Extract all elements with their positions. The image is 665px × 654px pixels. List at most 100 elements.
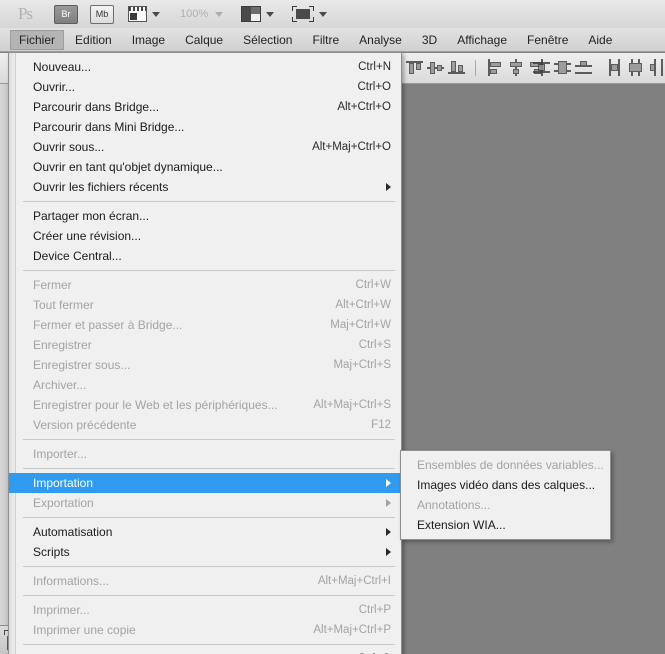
submenu-item-images-vid-o-dans-des-calques[interactable]: Images vidéo dans des calques... — [401, 475, 610, 495]
chevron-right-icon — [386, 479, 391, 487]
menu-separator — [23, 644, 395, 645]
options-separator — [475, 59, 476, 76]
menu-bar: Fichier Edition Image Calque Sélection Filtre… — [0, 28, 665, 52]
menu-item-label: Importer... — [33, 447, 88, 461]
menu-item-label: Version précédente — [33, 418, 137, 432]
submenu-item-annotations: Annotations... — [401, 495, 610, 515]
menu-separator — [23, 566, 395, 567]
menu-item-calque[interactable]: Calque — [176, 30, 232, 50]
menu-item-shortcut: Alt+Maj+Ctrl+P — [313, 624, 391, 636]
distribute-vertical-centers-icon[interactable] — [554, 59, 571, 76]
menu-separator — [23, 595, 395, 596]
submenu-item-extension-wia[interactable]: Extension WIA... — [401, 515, 610, 535]
chevron-right-icon — [386, 183, 391, 191]
menu-item-label: Exportation — [33, 496, 94, 510]
menu-item-version-pr-c-dente: Version précédente F12 — [9, 415, 401, 435]
chevron-right-icon — [386, 499, 391, 507]
distribute-horizontal-centers-icon[interactable] — [627, 59, 644, 76]
arrange-documents-chevron-down-icon[interactable] — [266, 11, 274, 17]
screen-mode-chevron-down-icon[interactable] — [319, 11, 327, 17]
distribute-left-edges-icon[interactable] — [606, 59, 623, 76]
align-vertical-centers-icon[interactable] — [427, 59, 444, 76]
submenu-item-ensembles-de-donn-es-variables: Ensembles de données variables... — [401, 455, 610, 475]
menu-item-affichage[interactable]: Affichage — [448, 30, 516, 50]
menu-item-label: Archiver... — [33, 378, 87, 392]
menu-item-label: Enregistrer sous... — [33, 358, 131, 372]
menu-item-enregistrer-pour-le-web-et-les-p-riph-riques: Enregistrer pour le Web et les périphéri… — [9, 395, 401, 415]
align-horizontal-centers-icon[interactable] — [507, 59, 524, 76]
menu-item-label: Informations... — [33, 574, 110, 588]
menu-item-label: Fermer — [33, 278, 72, 292]
menu-item-label: Fermer et passer à Bridge... — [33, 318, 183, 332]
menu-item-aide[interactable]: Aide — [579, 30, 621, 50]
menu-item-fichier[interactable]: Fichier — [10, 29, 65, 50]
menu-item-cr-er-une-r-vision[interactable]: Créer une révision... — [9, 226, 401, 246]
menu-item-exportation: Exportation — [9, 493, 401, 513]
menu-item-label: Parcourir dans Bridge... — [33, 100, 160, 114]
align-icons-group — [406, 59, 545, 76]
menu-item-label: Ouvrir sous... — [33, 140, 105, 154]
menu-item-enregistrer-sous: Enregistrer sous... Maj+Ctrl+S — [9, 355, 401, 375]
align-top-edges-icon[interactable] — [406, 59, 423, 76]
import-submenu: Ensembles de données variables... Images … — [400, 450, 611, 540]
menu-item-filtre[interactable]: Filtre — [303, 30, 348, 50]
menu-item-3d[interactable]: 3D — [413, 30, 446, 50]
align-bottom-edges-icon[interactable] — [448, 59, 465, 76]
distribute-top-edges-icon[interactable] — [533, 59, 550, 76]
chevron-right-icon — [386, 528, 391, 536]
menu-separator — [23, 468, 395, 469]
menu-item-scripts[interactable]: Scripts — [9, 542, 401, 562]
grid-guides-chevron-down-icon[interactable] — [152, 11, 160, 17]
menu-item-s-lection[interactable]: Sélection — [234, 30, 301, 50]
menu-item-tout-fermer: Tout fermer Alt+Ctrl+W — [9, 295, 401, 315]
menu-item-imprimer: Imprimer... Ctrl+P — [9, 600, 401, 620]
menu-item-label: Créer une révision... — [33, 229, 142, 243]
menu-item-image[interactable]: Image — [123, 30, 174, 50]
chevron-right-icon — [386, 548, 391, 556]
menu-item-shortcut: Ctrl+O — [357, 81, 391, 93]
arrange-documents-icon[interactable] — [241, 6, 261, 22]
menu-item-ouvrir-les-fichiers-r-cents[interactable]: Ouvrir les fichiers récents — [9, 177, 401, 197]
menu-item-label: Ouvrir en tant qu'objet dynamique... — [33, 160, 223, 174]
menu-item-parcourir-dans-mini-bridge[interactable]: Parcourir dans Mini Bridge... — [9, 117, 401, 137]
distribute-right-edges-icon[interactable] — [648, 59, 665, 76]
menu-item-nouveau[interactable]: Nouveau... Ctrl+N — [9, 57, 401, 77]
menu-item-label: Nouveau... — [33, 60, 92, 74]
menu-item-edition[interactable]: Edition — [66, 30, 121, 50]
menu-item-automatisation[interactable]: Automatisation — [9, 522, 401, 542]
menu-item-ouvrir[interactable]: Ouvrir... Ctrl+O — [9, 77, 401, 97]
mini-bridge-button[interactable]: Mb — [90, 4, 114, 24]
distribute-bottom-edges-icon[interactable] — [575, 59, 592, 76]
menu-item-ouvrir-sous[interactable]: Ouvrir sous... Alt+Maj+Ctrl+O — [9, 137, 401, 157]
menu-item-fen-tre[interactable]: Fenêtre — [518, 30, 577, 50]
menu-item-shortcut: Alt+Maj+Ctrl+I — [317, 575, 391, 587]
menu-item-fermer-et-passer-bridge: Fermer et passer à Bridge... Maj+Ctrl+W — [9, 315, 401, 335]
menu-item-quitter[interactable]: QuitterCtrl+Q — [9, 649, 401, 654]
submenu-item-label: Ensembles de données variables... — [417, 458, 604, 472]
menu-item-parcourir-dans-bridge[interactable]: Parcourir dans Bridge... Alt+Ctrl+O — [9, 97, 401, 117]
menu-item-shortcut: Alt+Ctrl+W — [335, 299, 391, 311]
menu-item-device-central[interactable]: Device Central... — [9, 246, 401, 266]
zoom-chevron-down-icon[interactable] — [215, 11, 223, 17]
menu-item-analyse[interactable]: Analyse — [350, 30, 411, 50]
menu-separator — [23, 270, 395, 271]
menu-item-ouvrir-en-tant-qu-objet-dynamique[interactable]: Ouvrir en tant qu'objet dynamique... — [9, 157, 401, 177]
file-menu-dropdown: Nouveau... Ctrl+N Ouvrir... Ctrl+O Parcourir… — [8, 52, 402, 654]
menu-item-shortcut: Alt+Ctrl+O — [337, 101, 391, 113]
menu-item-label: Device Central... — [33, 249, 122, 263]
align-left-edges-icon[interactable] — [486, 59, 503, 76]
photoshop-logo: Ps — [17, 4, 33, 23]
menu-item-shortcut: Ctrl+S — [358, 339, 391, 351]
grid-guides-icon[interactable] — [128, 6, 147, 22]
menu-item-label: Tout fermer — [33, 298, 94, 312]
bridge-button[interactable]: Br — [54, 4, 78, 24]
menu-item-importation[interactable]: Importation — [9, 473, 401, 493]
menu-item-label: Enregistrer pour le Web et les périphéri… — [33, 398, 278, 412]
menu-item-label: Parcourir dans Mini Bridge... — [33, 120, 185, 134]
menu-item-partager-mon-cran[interactable]: Partager mon écran... — [9, 206, 401, 226]
menu-item-informations: Informations... Alt+Maj+Ctrl+I — [9, 571, 401, 591]
menu-item-archiver: Archiver... — [9, 375, 401, 395]
menu-item-label: Ouvrir les fichiers récents — [33, 180, 169, 194]
screen-mode-icon[interactable] — [292, 6, 314, 22]
menu-item-label: Ouvrir... — [33, 80, 76, 94]
